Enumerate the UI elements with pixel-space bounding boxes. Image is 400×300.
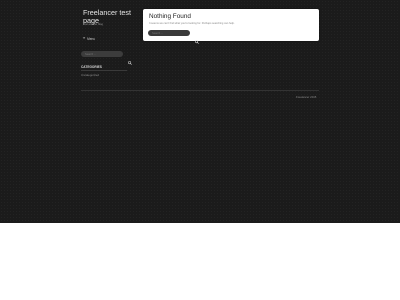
footer-divider [81, 90, 319, 91]
site-description: Just another blog [83, 23, 103, 26]
sidebar-search-input[interactable] [85, 51, 128, 57]
not-found-message: It seems we can't find what you're looki… [149, 22, 235, 25]
categories-widget-title: CATEGORIES [81, 65, 102, 69]
search-icon[interactable] [128, 52, 132, 65]
menu-label: Menu [87, 37, 96, 41]
categories-divider [81, 70, 127, 71]
page-title: Nothing Found [149, 13, 191, 20]
sidebar-search-form [81, 51, 132, 65]
search-icon[interactable] [195, 31, 199, 44]
content-card: Nothing Found It seems we can't find wha… [143, 9, 319, 44]
content-search-input[interactable] [152, 30, 195, 36]
menu-icon: ≡ [83, 36, 86, 41]
category-link-uncategorized[interactable]: Uncategorized [81, 73, 99, 77]
content-search-form [148, 30, 199, 44]
menu-toggle[interactable]: ≡ Menu [83, 37, 95, 41]
footer-credit: Freelancer 2015 [296, 95, 317, 99]
